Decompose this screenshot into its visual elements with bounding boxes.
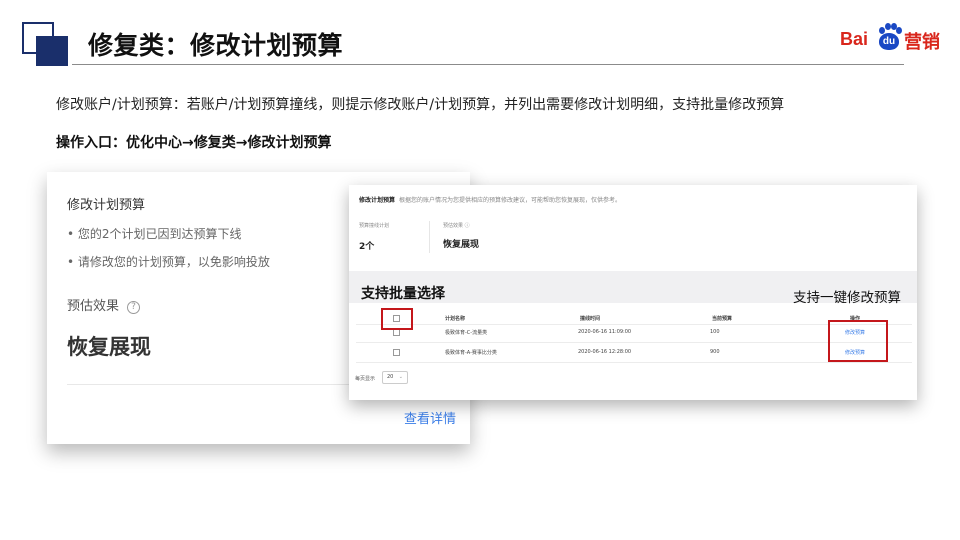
- row-time: 2020-06-16 12:28:00: [578, 349, 632, 355]
- stat-label-estimate: 预估效果 ⓘ: [443, 223, 470, 229]
- logo-du-text: du: [879, 33, 899, 50]
- row-budget: 100: [710, 329, 720, 335]
- panel-top: 修改计划预算 根据您的账户情况为您提供相应的预算修改建议，可能帮助您恢复展现，仅供…: [349, 185, 917, 271]
- row-budget: 900: [710, 349, 720, 355]
- help-icon[interactable]: ?: [127, 301, 141, 314]
- edit-budget-highlight: [828, 320, 888, 362]
- estimate-label: 预估效果: [67, 299, 120, 314]
- page-title: 修复类：修改计划预算: [88, 31, 344, 60]
- row-checkbox[interactable]: [393, 329, 400, 336]
- logo-bai-text: Bai: [840, 29, 869, 49]
- row-name: 极致体育-A-赛事比分类: [445, 350, 497, 356]
- col-header-time: 撞线时间: [580, 316, 601, 322]
- baidu-paw-icon: du: [876, 23, 902, 51]
- baidu-marketing-logo: Bai du 营销: [836, 22, 946, 54]
- stat-separator: [429, 221, 430, 253]
- entry-path-text: 操作入口：优化中心→修复类→修改计划预算: [56, 135, 332, 151]
- header-decoration: [22, 22, 74, 66]
- stat-value-plans: 2个: [359, 242, 375, 252]
- chevron-down-icon: ⌄: [398, 374, 403, 380]
- col-header-name: 计划名称: [445, 316, 466, 322]
- paw-toe: [896, 27, 902, 34]
- panel-subtitle: 根据您的账户情况为您提供相应的预算修改建议，可能帮助您恢复展现，仅供参考。: [399, 197, 622, 204]
- card-bullet-2: • 请修改您的计划预算，以免影响投放: [67, 255, 270, 269]
- panel-title: 修改计划预算: [359, 197, 396, 204]
- logo-ying-text: 营销: [904, 32, 940, 53]
- page-size-value: 20: [387, 374, 394, 380]
- estimate-value: 恢复展现: [67, 335, 151, 359]
- row-checkbox[interactable]: [393, 349, 400, 356]
- deco-filled-square: [36, 36, 68, 66]
- row-divider: [356, 362, 912, 363]
- card-title: 修改计划预算: [67, 198, 146, 213]
- batch-select-annotation: 支持批量选择: [361, 286, 445, 302]
- header-divider: [72, 64, 904, 65]
- select-all-highlight: [381, 308, 413, 330]
- page-size-label: 每页显示: [355, 376, 376, 382]
- row-name: 极致体育-C-流量类: [445, 330, 488, 336]
- description-text: 修改账户/计划预算：若账户/计划预算撞线，则提示修改账户/计划预算，并列出需要修…: [56, 97, 785, 113]
- panel-header: 修改计划预算 根据您的账户情况为您提供相应的预算修改建议，可能帮助您恢复展现，仅供…: [359, 195, 621, 204]
- row-time: 2020-06-16 11:09:00: [578, 329, 632, 335]
- stat-value-estimate: 恢复展现: [443, 240, 480, 250]
- view-details-link[interactable]: 查看详情: [404, 408, 456, 427]
- card-bullet-1: • 您的2个计划已因到达预算下线: [67, 227, 242, 241]
- page-size-select[interactable]: 20 ⌄: [382, 371, 408, 384]
- stat-label-plans: 预算撞线计划: [359, 223, 390, 229]
- col-header-budget: 当前预算: [712, 316, 733, 322]
- estimate-row: 预估效果?: [67, 295, 141, 314]
- one-click-edit-annotation: 支持一键修改预算: [793, 290, 901, 306]
